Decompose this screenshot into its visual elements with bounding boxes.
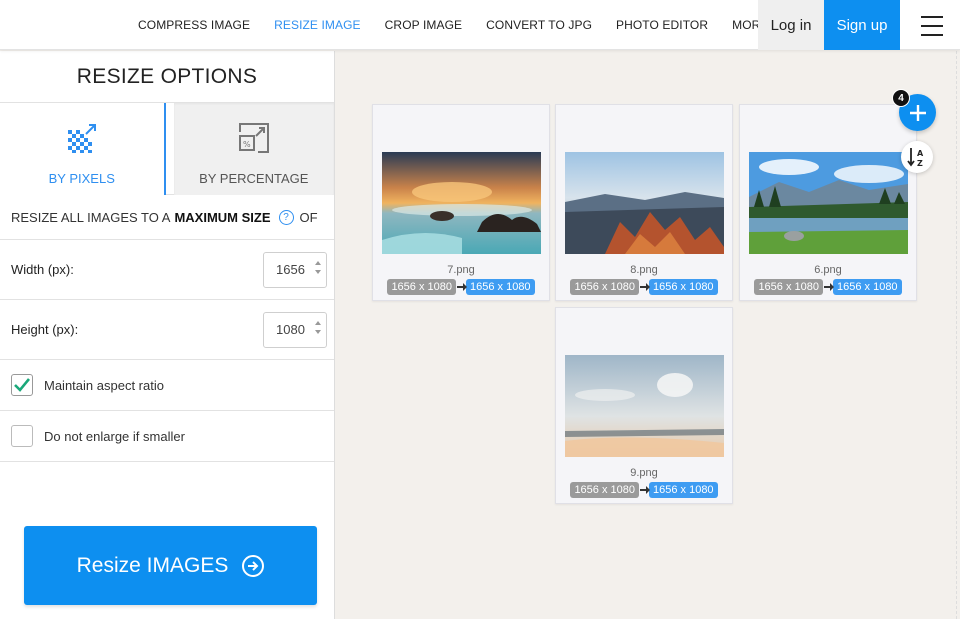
image-filename: 7.png — [447, 264, 475, 276]
nav-resize-image[interactable]: RESIZE IMAGE — [274, 18, 361, 32]
resize-images-label: Resize IMAGES — [76, 553, 229, 577]
svg-text:Z: Z — [917, 159, 923, 168]
image-card[interactable]: 8.png 1656 x 1080 1656 x 1080 — [555, 104, 733, 301]
svg-text:A: A — [917, 149, 924, 158]
image-filename: 9.png — [630, 467, 658, 479]
original-size-badge: 1656 x 1080 — [754, 279, 823, 295]
nav-photo-editor[interactable]: PHOTO EDITOR — [616, 18, 708, 32]
nav-crop-image[interactable]: CROP IMAGE — [385, 18, 462, 32]
thumbnail-mountain-lake — [749, 152, 908, 254]
width-label: Width (px): — [11, 262, 74, 277]
maintain-aspect-label: Maintain aspect ratio — [44, 377, 164, 393]
resize-options-panel: RESIZE OPTIONS BY PIXELS % BY PERCENTAGE… — [0, 51, 335, 619]
no-enlarge-label: Do not enlarge if smaller — [44, 428, 185, 444]
new-size-badge: 1656 x 1080 — [649, 279, 718, 295]
height-stepper[interactable] — [315, 320, 321, 334]
nav-compress-image[interactable]: COMPRESS IMAGE — [138, 18, 250, 32]
main-nav: COMPRESS IMAGE RESIZE IMAGE CROP IMAGE C… — [138, 0, 850, 50]
maintain-aspect-checkbox[interactable] — [11, 374, 33, 396]
original-size-badge: 1656 x 1080 — [570, 482, 639, 498]
image-dimensions: 1656 x 1080 1656 x 1080 — [556, 482, 732, 498]
image-filename: 6.png — [814, 264, 842, 276]
tab-by-percentage[interactable]: % BY PERCENTAGE — [173, 103, 334, 195]
resize-all-suffix: OF — [299, 209, 318, 225]
hamburger-menu-icon[interactable] — [912, 14, 952, 38]
sort-az-button[interactable]: A Z — [901, 141, 933, 173]
new-size-badge: 1656 x 1080 — [649, 482, 718, 498]
nav-convert-to-jpg[interactable]: CONVERT TO JPG — [486, 18, 592, 32]
original-size-badge: 1656 x 1080 — [387, 279, 456, 295]
thumbnail-misty-sky — [565, 355, 724, 457]
new-size-badge: 1656 x 1080 — [466, 279, 535, 295]
original-size-badge: 1656 x 1080 — [570, 279, 639, 295]
arrow-right-icon — [640, 486, 650, 494]
tab-by-pixels-label: BY PIXELS — [48, 171, 115, 186]
arrow-right-icon — [824, 283, 834, 291]
image-dimensions: 1656 x 1080 1656 x 1080 — [556, 279, 732, 295]
image-count-badge: 4 — [892, 89, 910, 107]
resize-images-button[interactable]: Resize IMAGES — [24, 526, 317, 605]
panel-title: RESIZE OPTIONS — [0, 51, 334, 103]
arrow-right-circle-icon — [242, 554, 265, 577]
percentage-resize-icon: % — [238, 122, 270, 157]
height-label: Height (px): — [11, 322, 79, 337]
no-enlarge-row: Do not enlarge if smaller — [0, 411, 334, 462]
image-dimensions: 1656 x 1080 1656 x 1080 — [373, 279, 549, 295]
width-value: 1656 — [276, 262, 305, 277]
maintain-aspect-row: Maintain aspect ratio — [0, 360, 334, 411]
resize-all-maximum-size: MAXIMUM SIZE — [174, 209, 271, 225]
svg-text:%: % — [243, 140, 251, 149]
width-row: Width (px): 1656 — [0, 240, 334, 300]
image-card[interactable]: 6.png 1656 x 1080 1656 x 1080 — [739, 104, 917, 301]
sort-az-icon: A Z — [907, 148, 924, 168]
height-value: 1080 — [276, 322, 305, 337]
thumbnail-red-canyon — [565, 152, 724, 254]
plus-icon — [909, 104, 926, 121]
resize-mode-tabs: BY PIXELS % BY PERCENTAGE — [0, 103, 334, 195]
image-dimensions: 1656 x 1080 1656 x 1080 — [740, 279, 916, 295]
new-size-badge: 1656 x 1080 — [833, 279, 902, 295]
image-card[interactable]: 7.png 1656 x 1080 1656 x 1080 — [372, 104, 550, 301]
arrow-right-icon — [457, 283, 467, 291]
arrow-right-icon — [640, 283, 650, 291]
login-button[interactable]: Log in — [758, 0, 824, 50]
help-icon[interactable]: ? — [278, 209, 294, 225]
thumbnail-sunset-beach — [382, 152, 541, 254]
image-workspace: 7.png 1656 x 1080 1656 x 1080 8.png 1656… — [336, 51, 960, 619]
resize-all-text: RESIZE ALL IMAGES TO A MAXIMUM SIZE ? OF — [0, 195, 334, 240]
image-card[interactable]: 9.png 1656 x 1080 1656 x 1080 — [555, 307, 733, 504]
tab-by-percentage-label: BY PERCENTAGE — [199, 171, 309, 186]
tab-by-pixels[interactable]: BY PIXELS — [0, 103, 166, 195]
signup-button[interactable]: Sign up — [824, 0, 900, 50]
checkmark-icon — [14, 378, 31, 392]
width-input[interactable]: 1656 — [263, 251, 327, 288]
no-enlarge-checkbox[interactable] — [11, 425, 33, 447]
pixels-resize-icon — [66, 122, 98, 157]
workspace-scrollbar[interactable] — [956, 51, 960, 619]
height-row: Height (px): 1080 — [0, 300, 334, 360]
height-input[interactable]: 1080 — [263, 311, 327, 348]
width-stepper[interactable] — [315, 260, 321, 274]
resize-all-prefix: RESIZE ALL IMAGES TO A — [11, 209, 171, 225]
image-filename: 8.png — [630, 264, 658, 276]
top-navbar: COMPRESS IMAGE RESIZE IMAGE CROP IMAGE C… — [0, 0, 960, 50]
